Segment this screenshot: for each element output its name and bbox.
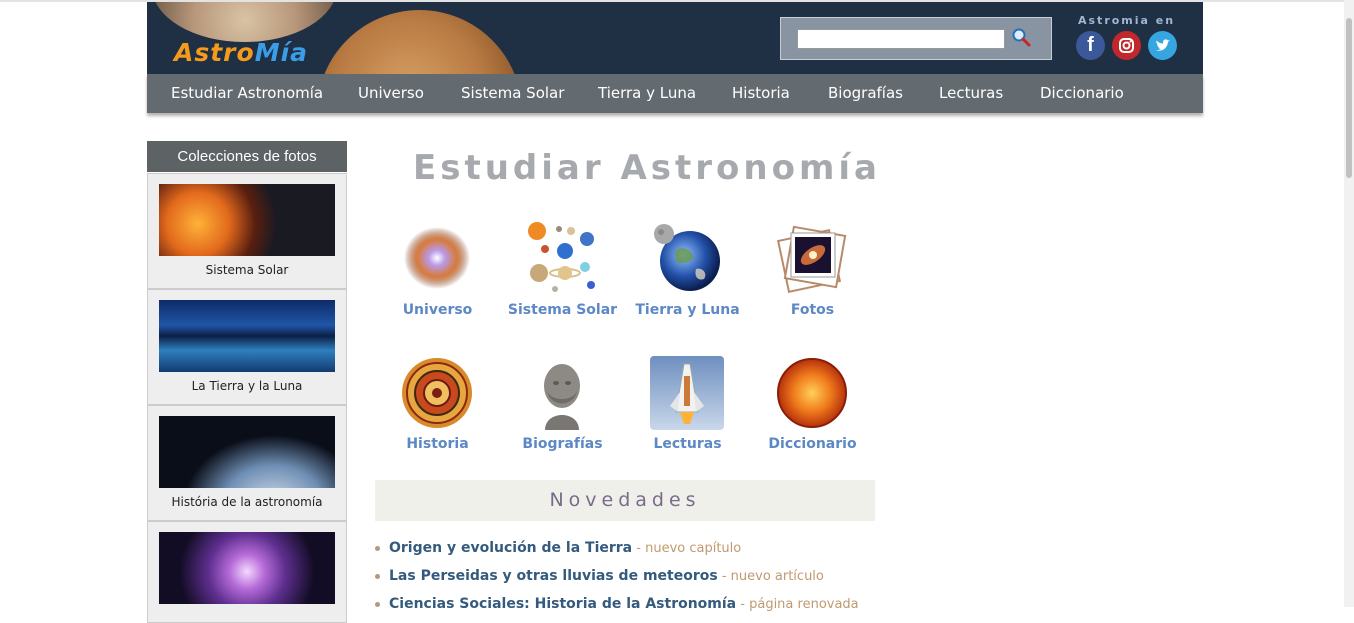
galaxy-photo[interactable] [159, 532, 335, 604]
tile-label[interactable]: Tierra y Luna [625, 302, 750, 318]
earth-moon-photo[interactable] [159, 300, 335, 372]
nav-diccionario[interactable]: Diccionario [1040, 84, 1124, 102]
tile-label[interactable]: Fotos [750, 302, 875, 318]
nav-biografias[interactable]: Biografías [828, 84, 903, 102]
nav-historia[interactable]: Historia [732, 84, 790, 102]
site-logo[interactable]: AstroMía [174, 38, 308, 67]
sidebar-title: Colecciones de fotos [147, 141, 347, 172]
tile-label[interactable]: Biografías [500, 436, 625, 452]
spacecraft-photo[interactable] [159, 416, 335, 488]
nebula-icon[interactable] [400, 221, 474, 295]
tile-label[interactable]: Sistema Solar [500, 302, 625, 318]
search-icon[interactable] [1011, 27, 1033, 49]
solar-system-photo[interactable] [159, 184, 335, 256]
instagram-icon[interactable] [1112, 31, 1141, 60]
tile-label[interactable]: Diccionario [750, 436, 875, 452]
news-link[interactable]: Ciencias Sociales: Historia de la Astron… [389, 596, 736, 612]
news-note: - nuevo capítulo [632, 541, 742, 556]
europa-banner-image [317, 10, 522, 74]
search-box [780, 17, 1052, 60]
photo-caption: Sistema Solar [205, 263, 289, 277]
scrollbar-thumb[interactable] [1346, 18, 1352, 178]
bullet-icon [375, 545, 380, 551]
photo-card-sistema-solar[interactable]: Sistema Solar [147, 173, 347, 289]
space-shuttle-icon[interactable] [650, 356, 724, 430]
news-item: Las Perseidas y otras lluvias de meteoro… [375, 568, 875, 584]
photo-caption: La Tierra y la Luna [191, 379, 303, 393]
tile-label[interactable]: Universo [375, 302, 500, 318]
news-link[interactable]: Origen y evolución de la Tierra [389, 540, 632, 556]
planets-icon[interactable] [525, 221, 599, 295]
news-note: - página renovada [736, 597, 859, 612]
photo-card-historia[interactable]: História de la astronomía [147, 405, 347, 521]
photo-card-galaxia[interactable] [147, 521, 347, 623]
twitter-icon[interactable] [1148, 31, 1177, 60]
search-input[interactable] [797, 29, 1005, 49]
site-header: AstroMía Astromia en f [147, 2, 1203, 74]
sun-icon[interactable] [775, 356, 849, 430]
photo-collections-sidebar: Colecciones de fotos Sistema Solar La Ti… [147, 141, 347, 623]
page-scrollbar[interactable] [1344, 0, 1354, 607]
aztec-calendar-icon[interactable] [400, 356, 474, 430]
photo-card-tierra-luna[interactable]: La Tierra y la Luna [147, 289, 347, 405]
bust-icon[interactable] [525, 356, 599, 430]
page-title: Estudiar Astronomía [413, 148, 881, 188]
bullet-icon [375, 573, 380, 579]
news-link[interactable]: Las Perseidas y otras lluvias de meteoro… [389, 568, 718, 584]
tile-label[interactable]: Lecturas [625, 436, 750, 452]
tile-label[interactable]: Historia [375, 436, 500, 452]
news-note: - nuevo artículo [717, 569, 824, 584]
nav-tierra-y-luna[interactable]: Tierra y Luna [598, 84, 696, 102]
bullet-icon [375, 601, 380, 607]
nav-estudiar-astronomia[interactable]: Estudiar Astronomía [171, 84, 323, 102]
facebook-icon[interactable]: f [1076, 31, 1105, 60]
news-item: Ciencias Sociales: Historia de la Astron… [375, 596, 875, 612]
news-item: Origen y evolución de la Tierra - nuevo … [375, 540, 875, 556]
main-nav: Estudiar Astronomía Universo Sistema Sol… [147, 74, 1203, 113]
nav-universo[interactable]: Universo [358, 84, 424, 102]
nav-lecturas[interactable]: Lecturas [939, 84, 1003, 102]
novedades-heading: Novedades [375, 480, 875, 521]
earth-moon-icon[interactable] [650, 221, 724, 295]
jupiter-banner-image [152, 2, 337, 42]
photo-caption: História de la astronomía [171, 495, 323, 509]
nav-sistema-solar[interactable]: Sistema Solar [461, 84, 564, 102]
photos-stack-icon[interactable] [775, 221, 849, 295]
social-title: Astromia en [1078, 14, 1176, 27]
